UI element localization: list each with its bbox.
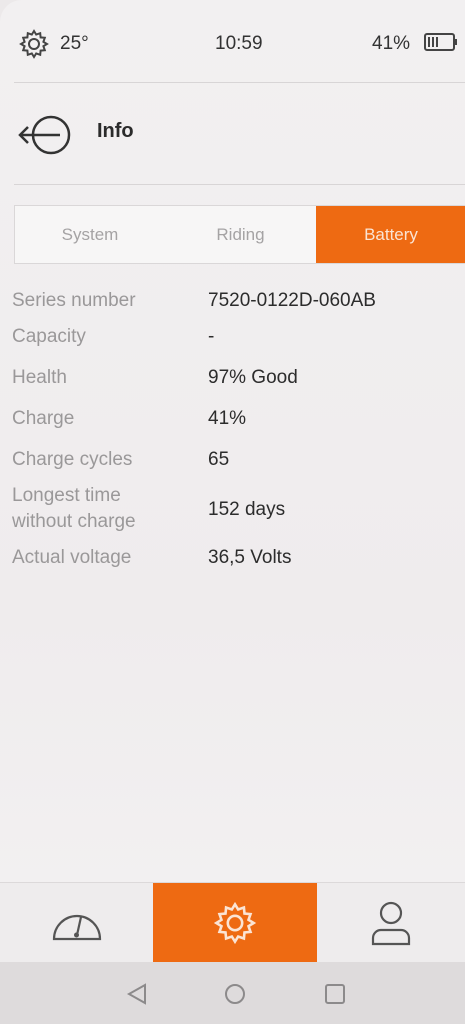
nav-settings-button[interactable] [153, 883, 317, 963]
back-arrow-icon [18, 115, 71, 155]
info-value: 97% Good [208, 367, 298, 388]
info-value: 65 [208, 449, 230, 470]
nav-speedometer-button[interactable] [0, 883, 153, 963]
settings-gear-icon [19, 29, 49, 59]
back-triangle-icon[interactable] [125, 982, 149, 1006]
nav-profile-button[interactable] [317, 883, 465, 963]
clock-text: 10:59 [215, 33, 263, 54]
page-title: Info [97, 120, 134, 142]
info-label: Longest time without charge [12, 485, 136, 532]
info-label: Charge cycles [12, 449, 133, 470]
back-button[interactable] [14, 112, 74, 158]
info-label: Health [12, 367, 67, 388]
page-header: Info [0, 100, 465, 170]
temperature-text: 25° [60, 33, 89, 54]
info-value: - [208, 326, 215, 347]
status-bar: 25° 10:59 41% [0, 22, 465, 66]
battery-icon [424, 33, 457, 51]
info-label: Series number [12, 290, 136, 311]
tab-battery[interactable]: Battery [316, 206, 465, 263]
info-label: Capacity [12, 326, 86, 347]
info-label: Actual voltage [12, 547, 132, 568]
user-profile-icon [371, 901, 411, 946]
info-value: 152 days [208, 499, 286, 520]
info-value: 7520-0122D-060AB [208, 290, 376, 311]
app-screen: 25° 10:59 41% Info System Riding Battery [0, 0, 465, 1024]
status-divider [14, 82, 465, 83]
tab-system[interactable]: System [15, 206, 165, 263]
info-value: 36,5 Volts [208, 547, 292, 568]
bottom-nav [0, 882, 465, 963]
tab-riding[interactable]: Riding [165, 206, 316, 263]
home-circle-icon[interactable] [223, 982, 247, 1006]
speedometer-icon [52, 914, 101, 941]
status-left: 25° [18, 28, 89, 60]
info-value: 41% [208, 408, 247, 429]
settings-gear-icon [213, 901, 257, 945]
battery-percent-text: 41% [372, 33, 411, 54]
tab-bar: System Riding Battery [14, 205, 465, 264]
header-divider [14, 184, 465, 185]
recents-square-icon[interactable] [323, 982, 347, 1006]
info-label: Charge [12, 408, 75, 429]
system-nav-bar [0, 962, 465, 1024]
